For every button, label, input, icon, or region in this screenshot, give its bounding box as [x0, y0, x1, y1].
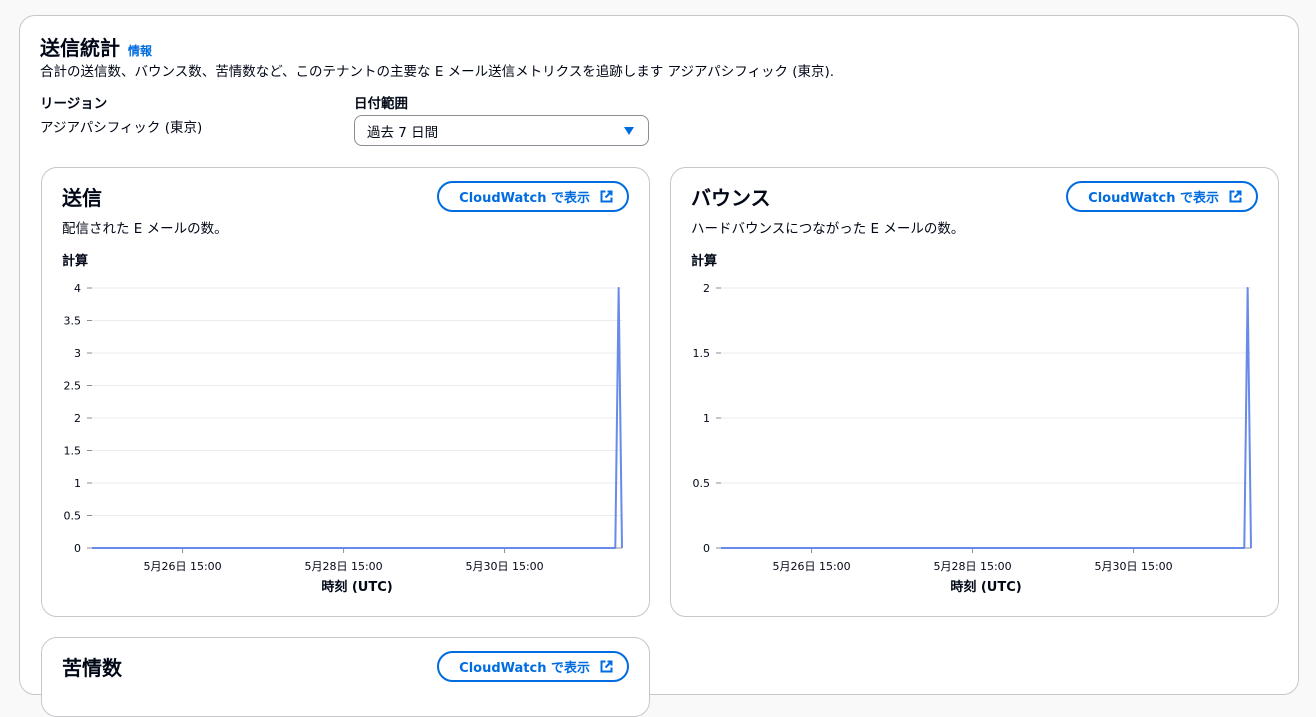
y-tick-label: 2.5: [64, 380, 82, 393]
y-tick-label: 3.5: [64, 315, 82, 328]
bounce-card-description: ハードバウンスにつながった E メールの数。: [691, 221, 965, 237]
y-tick-label: 0.5: [693, 477, 711, 490]
y-tick-label: 1.5: [64, 445, 82, 458]
y-tick-label: 4: [74, 282, 81, 295]
sent-card-metric-label: 計算: [62, 254, 89, 269]
date-range-label: 日付範囲: [354, 96, 408, 112]
section-description: 合計の送信数、バウンス数、苦情数など、このテナントの主要な E メール送信メトリ…: [40, 64, 835, 80]
y-tick-label: 2: [703, 282, 710, 295]
region-value: アジアパシフィック (東京): [40, 120, 203, 136]
y-tick-label: 2: [74, 412, 81, 425]
complaints-card: 苦情数 CloudWatch で表示: [41, 637, 650, 717]
date-range-select[interactable]: 過去 7 日間: [354, 115, 649, 146]
x-tick-label: 5月26日 15:00: [143, 560, 221, 573]
date-range-selected: 過去 7 日間: [367, 124, 439, 141]
x-axis-label: 時刻 (UTC): [950, 579, 1021, 595]
x-axis-label: 時刻 (UTC): [321, 579, 392, 595]
external-link-icon: [1229, 190, 1242, 203]
y-tick-label: 1: [703, 412, 710, 425]
x-tick-label: 5月28日 15:00: [933, 560, 1011, 573]
y-tick-label: 1: [74, 477, 81, 490]
x-tick-label: 5月30日 15:00: [465, 560, 543, 573]
button-label: CloudWatch で表示: [459, 661, 590, 676]
bounce-card: バウンス CloudWatch で表示 ハードバウンスにつながった E メールの…: [670, 167, 1279, 617]
view-in-cloudwatch-button[interactable]: CloudWatch で表示: [437, 651, 629, 682]
caret-down-icon: [624, 126, 634, 135]
info-link[interactable]: 情報: [128, 42, 152, 59]
y-tick-label: 0.5: [64, 510, 82, 523]
y-tick-label: 0: [74, 542, 81, 555]
x-tick-label: 5月28日 15:00: [304, 560, 382, 573]
sent-card: 送信 CloudWatch で表示 配信された E メールの数。 計算 0 0.5…: [41, 167, 650, 617]
sending-statistics-container: 送信統計 情報 合計の送信数、バウンス数、苦情数など、このテナントの主要な E …: [19, 15, 1299, 717]
view-in-cloudwatch-button[interactable]: CloudWatch で表示: [1066, 181, 1258, 212]
y-tick-label: 3: [74, 347, 81, 360]
section-header: 送信統計 情報: [40, 32, 152, 61]
bounce-card-title: バウンス: [691, 186, 771, 210]
button-label: CloudWatch で表示: [1088, 191, 1219, 206]
complaints-card-title: 苦情数: [62, 656, 122, 680]
bounce-chart: 0 0.5 1 1.5 2 5月26日 15:00 5月28日 15:00 5月30日 15:…: [693, 282, 1252, 595]
sent-chart: 0 0.5 1 1.5 2 2.5 3 3.5 4 5月26日 15:00 5月28日 15:00 5…: [64, 282, 623, 595]
bounce-card-metric-label: 計算: [691, 254, 718, 269]
button-label: CloudWatch で表示: [459, 191, 590, 206]
external-link-icon: [600, 190, 613, 203]
region-label: リージョン: [40, 96, 108, 112]
y-tick-label: 1.5: [693, 347, 711, 360]
external-link-icon: [600, 660, 613, 673]
sent-card-title: 送信: [62, 186, 102, 210]
x-tick-label: 5月30日 15:00: [1094, 560, 1172, 573]
y-tick-label: 0: [703, 542, 710, 555]
x-tick-label: 5月26日 15:00: [772, 560, 850, 573]
view-in-cloudwatch-button[interactable]: CloudWatch で表示: [437, 181, 629, 212]
sent-card-description: 配信された E メールの数。: [62, 221, 228, 237]
section-title: 送信統計: [40, 36, 120, 60]
